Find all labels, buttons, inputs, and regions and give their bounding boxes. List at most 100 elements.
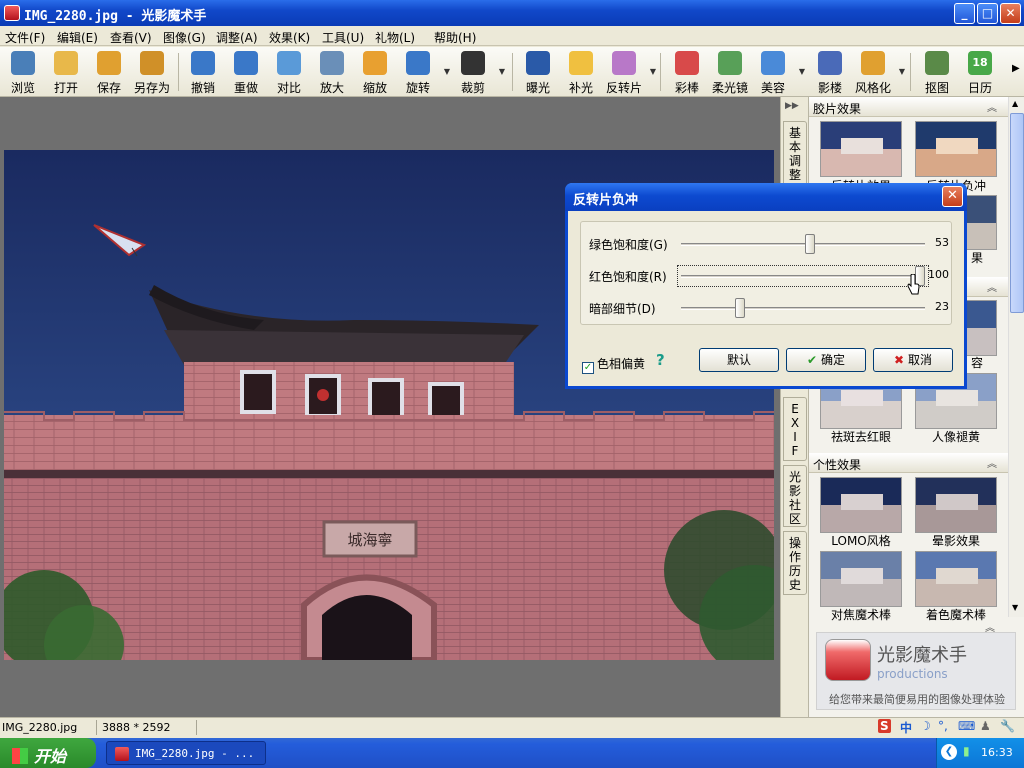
- section-film-effects[interactable]: 胶片效果 ︽: [809, 97, 1024, 117]
- menu-image[interactable]: 图像(G): [163, 29, 206, 46]
- menu-edit[interactable]: 编辑(E): [57, 29, 98, 46]
- save-button[interactable]: 保存: [87, 49, 131, 95]
- slider-row-red: 红色饱和度(R) 100: [589, 265, 949, 287]
- volume-icon[interactable]: ▮: [963, 744, 970, 758]
- section-personal-effects[interactable]: 个性效果 ︽: [809, 453, 1024, 473]
- maximize-button[interactable]: □: [977, 3, 998, 24]
- panel-expand-icon[interactable]: ▶▶: [785, 101, 799, 111]
- save-as-button[interactable]: 另存为: [130, 49, 174, 95]
- calendar-button[interactable]: 18 日历: [958, 49, 1002, 95]
- help-icon[interactable]: ?: [656, 351, 665, 369]
- thumb-lomo[interactable]: [820, 477, 902, 533]
- ime-punct-icon[interactable]: °,: [938, 719, 948, 733]
- tray-expand-icon[interactable]: ❮: [941, 744, 957, 760]
- dropdown-arrow-icon[interactable]: ▼: [899, 67, 905, 76]
- thumb-focus-wand[interactable]: [820, 551, 902, 607]
- slider-thumb-green[interactable]: [805, 234, 816, 254]
- status-bar: IMG_2280.jpg 3888 * 2592: [0, 717, 1024, 737]
- beauty-icon: [761, 51, 785, 75]
- thumb-reversal-negative[interactable]: [915, 121, 997, 177]
- stylize-icon: [861, 51, 885, 75]
- panel-scrollbar[interactable]: ▲ ▼: [1008, 97, 1024, 617]
- open-button[interactable]: 打开: [44, 49, 88, 95]
- menu-file[interactable]: 文件(F): [5, 29, 45, 46]
- browse-button[interactable]: 浏览: [1, 49, 45, 95]
- slider-thumb-shadow[interactable]: [734, 298, 745, 318]
- ime-chinese-mode[interactable]: 中: [900, 719, 912, 736]
- ime-user-icon[interactable]: ♟: [980, 719, 991, 733]
- resize-button[interactable]: 缩放: [353, 49, 397, 95]
- collapse-icon[interactable]: ︽: [987, 279, 997, 294]
- toolbar-separator: [512, 53, 513, 91]
- thumb-vignette[interactable]: [915, 477, 997, 533]
- start-button[interactable]: 开始: [0, 738, 96, 768]
- minimize-button[interactable]: _: [954, 3, 975, 24]
- save-icon: [97, 51, 121, 75]
- dropdown-arrow-icon[interactable]: ▼: [799, 67, 805, 76]
- thumb-reversal-film[interactable]: [820, 121, 902, 177]
- checkbox-check-icon[interactable]: ✓: [582, 362, 594, 374]
- zoom-in-button[interactable]: 放大: [310, 49, 354, 95]
- dialog-titlebar[interactable]: 反转片负冲 ✕: [565, 183, 967, 211]
- menu-view[interactable]: 查看(V): [110, 29, 152, 46]
- tab-community[interactable]: 光影社区: [783, 465, 807, 527]
- window-titlebar[interactable]: IMG_2280.jpg - 光影魔术手 _ □ ✕: [0, 0, 1024, 26]
- ime-logo-icon[interactable]: S: [878, 719, 891, 733]
- scroll-down-icon[interactable]: ▼: [1012, 603, 1018, 612]
- toolbar-overflow-icon[interactable]: ▶: [1012, 63, 1020, 74]
- ok-button[interactable]: ✔ 确定: [786, 348, 866, 372]
- menu-help[interactable]: 帮助(H): [434, 29, 476, 46]
- thumb-caption: LOMO风格: [831, 534, 891, 548]
- tab-exif[interactable]: EXIF: [783, 397, 807, 461]
- crop-button[interactable]: 裁剪 ▼: [451, 49, 505, 95]
- dropdown-arrow-icon[interactable]: ▼: [444, 67, 450, 76]
- menu-adjust[interactable]: 调整(A): [216, 29, 258, 46]
- scrollbar-thumb[interactable]: [1010, 113, 1024, 313]
- compare-button[interactable]: 对比: [267, 49, 311, 95]
- slider-value: 100: [928, 268, 949, 281]
- undo-icon: [191, 51, 215, 75]
- close-button[interactable]: ✕: [1000, 3, 1021, 24]
- dialog-close-button[interactable]: ✕: [942, 186, 963, 207]
- fill-light-button[interactable]: 补光: [559, 49, 603, 95]
- undo-button[interactable]: 撤销: [181, 49, 225, 95]
- cutout-button[interactable]: 抠图: [915, 49, 959, 95]
- ime-settings-icon[interactable]: 🔧: [1000, 719, 1015, 733]
- exposure-icon: [526, 51, 550, 75]
- dropdown-arrow-icon[interactable]: ▼: [650, 67, 656, 76]
- menu-bar: 文件(F) 编辑(E) 查看(V) 图像(G) 调整(A) 效果(K) 工具(U…: [0, 26, 1024, 46]
- collapse-icon[interactable]: ︽: [987, 99, 997, 114]
- slider-track[interactable]: [681, 307, 925, 310]
- stylize-button[interactable]: 风格化 ▼: [851, 49, 905, 95]
- slider-value: 23: [935, 300, 949, 313]
- slider-track[interactable]: [681, 275, 925, 278]
- soft-focus-button[interactable]: 柔光镜: [708, 49, 752, 95]
- taskbar: 开始 IMG_2280.jpg - ... ❮ ▮ 16:33: [0, 738, 1024, 768]
- thumb-tint-wand[interactable]: [915, 551, 997, 607]
- menu-gifts[interactable]: 礼物(L): [375, 29, 415, 46]
- default-button[interactable]: 默认: [699, 348, 779, 372]
- dropdown-arrow-icon[interactable]: ▼: [499, 67, 505, 76]
- menu-effects[interactable]: 效果(K): [269, 29, 310, 46]
- beauty-button[interactable]: 美容 ▼: [751, 49, 805, 95]
- rotate-button[interactable]: 旋转 ▼: [396, 49, 450, 95]
- color-wand-icon: [675, 51, 699, 75]
- menu-tools[interactable]: 工具(U): [322, 29, 364, 46]
- reversal-film-button[interactable]: 反转片 ▼: [602, 49, 656, 95]
- tab-history[interactable]: 操作历史: [783, 531, 807, 595]
- promo-banner[interactable]: 光影魔术手 productions 给您带来最简便易用的图像处理体验: [816, 632, 1016, 710]
- ime-keyboard-icon[interactable]: ⌨: [958, 719, 975, 733]
- collapse-icon[interactable]: ︽: [987, 455, 997, 470]
- cancel-button[interactable]: ✖ 取消: [873, 348, 953, 372]
- scroll-up-icon[interactable]: ▲: [1012, 99, 1018, 108]
- ime-halfwidth-icon[interactable]: ☽: [920, 719, 931, 733]
- slider-track[interactable]: [681, 243, 925, 246]
- ime-toolbar[interactable]: S 中 ☽ °, ⌨ ♟ 🔧: [876, 718, 1016, 736]
- exposure-button[interactable]: 曝光: [516, 49, 560, 95]
- toolbar: 浏览 打开 保存 另存为 撤销 重做 对比 放大 缩放 旋转 ▼ 裁剪 ▼ 曝光 补…: [0, 47, 1024, 97]
- color-wand-button[interactable]: 彩棒: [665, 49, 709, 95]
- taskbar-item-photo[interactable]: IMG_2280.jpg - ...: [106, 741, 266, 765]
- hue-yellow-checkbox[interactable]: ✓ 色相偏黄: [582, 355, 645, 374]
- studio-button[interactable]: 影楼: [808, 49, 852, 95]
- redo-button[interactable]: 重做: [224, 49, 268, 95]
